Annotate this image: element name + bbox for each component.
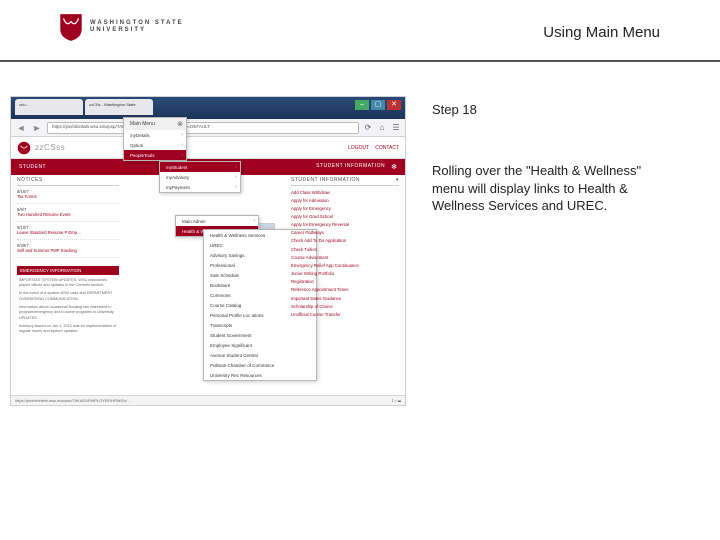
status-url: https://psxhibintwb.wsu.edu/psc/TAKA01/E… — [15, 398, 131, 403]
menu-level-2: myStudentmyAdvisorymyPayment — [159, 161, 241, 193]
menu-level-1: Main Menu ⊗ myDetailsOptionPeopleTools — [123, 117, 187, 161]
window-controls: – ▢ ✕ — [355, 100, 401, 110]
notices-column: NOTICES 9/16/7 Tax Forms9/9/7 Two Hundre… — [17, 175, 119, 340]
status-icons: ⟟ ⌂ ☰ — [392, 398, 401, 403]
back-button[interactable]: ◄ — [15, 122, 27, 134]
emergency-text: Information about occasional flooding ca… — [19, 305, 117, 321]
emergency-text: Advisory issued on Jan 1, 2013 was for i… — [19, 324, 117, 335]
student-info-column: STUDENT INFORMATION ▾ Add Class Withdraw… — [291, 175, 399, 321]
app-header: zzCSss LOGOUT CONTACT — [11, 137, 405, 159]
menu-item[interactable]: Avenue Student Central — [204, 350, 316, 360]
student-info-link[interactable]: Course Advisement — [291, 253, 399, 261]
settings-icon[interactable]: ✻ — [391, 163, 397, 171]
tab-strip: crtu… zzCSs - Washington State — [15, 99, 153, 115]
step-description: Rolling over the "Health & Wellness" men… — [432, 162, 658, 215]
menu-item[interactable]: myStudent — [160, 162, 240, 172]
wsu-name-2: UNIVERSITY — [90, 27, 184, 34]
student-info-link[interactable]: Apply for Grad School — [291, 212, 399, 220]
close-button[interactable]: ✕ — [387, 100, 401, 110]
menu-item[interactable]: myPayment — [160, 182, 240, 192]
student-info-link[interactable]: Career Pathways — [291, 229, 399, 237]
forward-button[interactable]: ► — [31, 122, 43, 134]
emergency-heading: EMERGENCY INFORMATION — [17, 266, 119, 275]
notice-row[interactable]: 9/10/7 Leave Standard Resume P Emp… — [17, 222, 119, 240]
url-bar[interactable]: https://psxhibintwb.wsu.edu/psp/TAKA01/E… — [47, 122, 359, 134]
menu-item[interactable]: myDetails — [124, 130, 186, 140]
browser-status-bar: https://psxhibintwb.wsu.edu/psc/TAKA01/E… — [11, 395, 405, 405]
student-info-link[interactable]: Check Add To Do Application — [291, 237, 399, 245]
close-icon[interactable]: ⊗ — [177, 120, 183, 128]
student-info-link[interactable]: Reference Appointment Times — [291, 286, 399, 294]
app-name: zzCSss — [35, 143, 65, 152]
cougar-logo-icon — [17, 141, 31, 155]
menu-item[interactable]: University Rec Resources — [204, 370, 316, 380]
nav-student-info[interactable]: STUDENT INFORMATION — [316, 163, 385, 171]
menu-1-header: Main Menu ⊗ — [124, 118, 186, 130]
menu-icon[interactable]: ☰ — [391, 123, 401, 133]
student-info-link[interactable]: Registration — [291, 278, 399, 286]
student-info-link[interactable]: Emergency Relief App Continuance — [291, 261, 399, 269]
browser-titlebar: crtu… zzCSs - Washington State – ▢ ✕ — [11, 97, 405, 119]
student-info-link[interactable]: Scholarship of Choice — [291, 302, 399, 310]
browser-tab[interactable]: crtu… — [15, 99, 83, 115]
minimize-button[interactable]: – — [355, 100, 369, 110]
screenshot-frame: crtu… zzCSs - Washington State – ▢ ✕ ◄ ►… — [10, 96, 406, 406]
student-info-link[interactable]: Check Tuition — [291, 245, 399, 253]
maximize-button[interactable]: ▢ — [371, 100, 385, 110]
menu-item[interactable]: myAdvisory — [160, 172, 240, 182]
emergency-text: IMPORTANT SYSTEM UPDATES: WSU announces … — [19, 278, 117, 289]
menu-item[interactable]: Transcripts — [204, 320, 316, 330]
menu-item[interactable]: Option — [124, 140, 186, 150]
menu-item[interactable]: Employee Significant — [204, 340, 316, 350]
student-info-link[interactable]: Unofficial Course Transfer — [291, 310, 399, 318]
notice-row[interactable]: 8/29/7 Self and Summer PMP Stacking — [17, 240, 119, 258]
student-info-link[interactable]: Apply for Admission — [291, 196, 399, 204]
browser-tab[interactable]: zzCSs - Washington State — [85, 99, 153, 115]
divider — [0, 60, 720, 62]
browser-toolbar: ◄ ► https://psxhibintwb.wsu.edu/psp/TAKA… — [11, 119, 405, 137]
contact-link[interactable]: CONTACT — [375, 145, 399, 151]
menu-item[interactable]: Pullman Chamber of Commerce — [204, 360, 316, 370]
student-info-heading: STUDENT INFORMATION — [291, 177, 360, 183]
notice-row[interactable]: 9/9/7 Two Hundred Resume Event — [17, 204, 119, 222]
wsu-logo: WASHINGTON STATE UNIVERSITY — [58, 8, 218, 46]
student-info-link[interactable]: Add Class Withdraw — [291, 188, 399, 196]
menu-item[interactable]: Student Government — [204, 330, 316, 340]
notices-heading: NOTICES — [17, 175, 119, 186]
menu-item[interactable]: PeopleTools — [124, 150, 186, 160]
step-number: Step 18 — [432, 102, 477, 117]
student-info-link[interactable]: Apply for Emergency Reversal — [291, 221, 399, 229]
wsu-shield-icon — [58, 12, 84, 42]
page-title: Using Main Menu — [543, 24, 660, 41]
emergency-text: In the event of a system WSU uses and DE… — [19, 291, 117, 302]
collapse-icon[interactable]: ▾ — [396, 177, 399, 183]
reload-icon[interactable]: ⟳ — [363, 123, 373, 133]
home-icon[interactable]: ⌂ — [377, 123, 387, 133]
student-info-link[interactable]: Important Dates Guidance — [291, 294, 399, 302]
student-info-link[interactable]: Junior Writing Portfolio — [291, 270, 399, 278]
logout-link[interactable]: LOGOUT — [348, 145, 369, 151]
nav-student[interactable]: STUDENT — [19, 164, 46, 170]
notice-row[interactable]: 9/16/7 Tax Forms — [17, 186, 119, 204]
emergency-block: EMERGENCY INFORMATION IMPORTANT SYSTEM U… — [17, 266, 119, 341]
student-info-link[interactable]: Apply for Emergency — [291, 204, 399, 212]
menu-item[interactable]: Main Admin — [176, 216, 258, 226]
wsu-name-1: WASHINGTON STATE — [90, 20, 184, 27]
